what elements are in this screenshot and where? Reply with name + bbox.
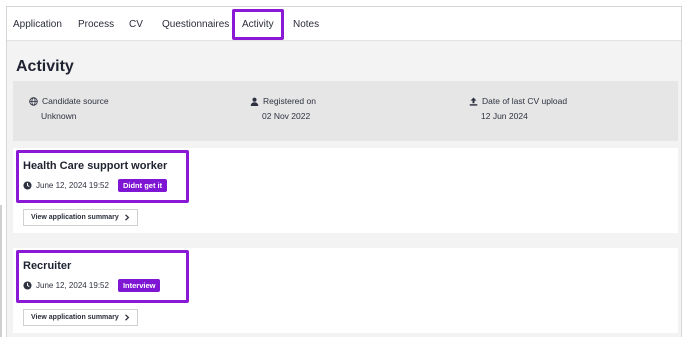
page-title: Activity <box>16 58 74 75</box>
upload-icon <box>469 96 478 106</box>
application-title: Recruiter <box>23 260 72 272</box>
chevron-right-icon <box>124 214 130 221</box>
candidate-source-value: Unknown <box>41 111 77 121</box>
last-cv-upload-value: 12 Jun 2024 <box>481 111 528 121</box>
application-card: Health Care support worker June 12, 2024… <box>13 148 678 233</box>
tab-questionnaires[interactable]: Questionnaires <box>162 19 229 30</box>
application-datetime: June 12, 2024 19:52 <box>36 281 109 290</box>
user-icon <box>250 97 259 106</box>
candidate-info-panel: Candidate source Unknown Registered on 0… <box>13 81 678 141</box>
view-application-summary-label: View application summary <box>31 314 119 321</box>
clock-icon <box>23 181 32 190</box>
last-cv-upload-block: Date of last CV upload 12 Jun 2024 <box>469 96 567 121</box>
tab-cv[interactable]: CV <box>129 19 143 30</box>
registered-on-block: Registered on 02 Nov 2022 <box>250 96 316 121</box>
chevron-right-icon <box>124 314 130 321</box>
application-meta: June 12, 2024 19:52 Didnt get it <box>23 179 168 192</box>
candidate-panel: Application Process CV Questionnaires Ac… <box>6 6 682 337</box>
candidate-source-label: Candidate source <box>42 96 109 106</box>
candidate-source-block: Candidate source Unknown <box>29 96 109 121</box>
application-meta: June 12, 2024 19:52 Interview <box>23 279 161 292</box>
application-title: Health Care support worker <box>23 160 168 172</box>
clock-icon <box>23 281 32 290</box>
registered-on-label: Registered on <box>263 96 316 106</box>
application-datetime: June 12, 2024 19:52 <box>36 181 109 190</box>
view-application-summary-button[interactable]: View application summary <box>23 209 138 226</box>
active-tab-highlight <box>232 9 284 40</box>
last-cv-upload-label: Date of last CV upload <box>482 96 568 106</box>
tab-application[interactable]: Application <box>13 19 62 30</box>
tab-process[interactable]: Process <box>78 19 114 30</box>
tab-bar: Application Process CV Questionnaires Ac… <box>7 7 681 41</box>
status-badge: Didnt get it <box>117 179 168 192</box>
registered-on-value: 02 Nov 2022 <box>262 111 311 121</box>
application-highlight <box>16 250 189 303</box>
tab-notes[interactable]: Notes <box>293 19 319 30</box>
application-highlight <box>16 150 189 203</box>
status-badge: Interview <box>117 279 161 292</box>
left-edge-divider <box>0 205 2 337</box>
globe-icon <box>29 96 38 106</box>
view-application-summary-button[interactable]: View application summary <box>23 309 138 326</box>
view-application-summary-label: View application summary <box>31 214 119 221</box>
application-card: Recruiter June 12, 2024 19:52 Interview … <box>13 248 678 333</box>
